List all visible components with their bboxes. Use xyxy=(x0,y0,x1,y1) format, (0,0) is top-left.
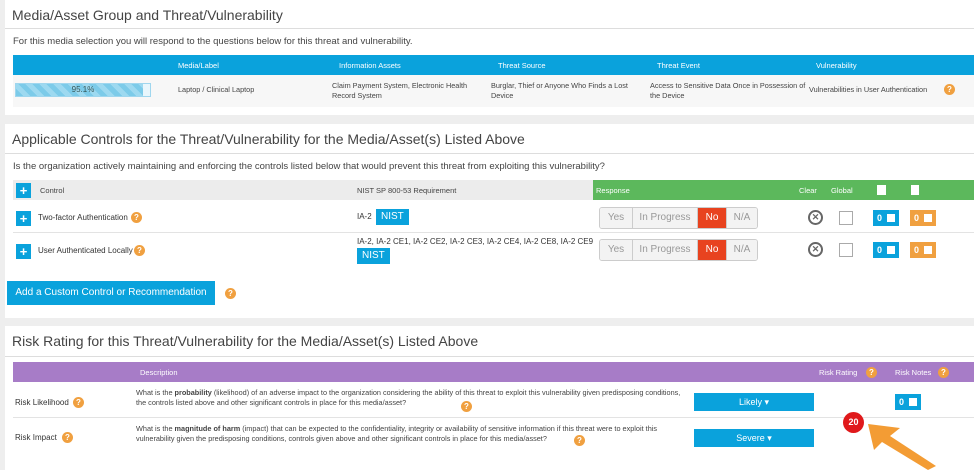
header-risk-notes: Risk Notes xyxy=(895,368,932,377)
impact-desc-help-icon[interactable]: ? xyxy=(574,435,585,446)
control-name: User Authenticated Locally xyxy=(38,246,133,255)
risk-notes-help-icon[interactable]: ? xyxy=(938,367,949,378)
response-yes[interactable]: Yes xyxy=(600,208,633,228)
header-control: Control xyxy=(40,186,65,195)
control-help-icon[interactable]: ? xyxy=(131,212,142,223)
risk-impact-row: Risk Impact ? What is the magnitude of h… xyxy=(13,419,974,455)
information-assets-value: Claim Payment System, Electronic Health … xyxy=(332,81,468,100)
likelihood-dropdown[interactable]: Likely ▾ xyxy=(694,393,814,411)
risk-rating-badge: 20 xyxy=(843,412,864,433)
controls-panel-title: Applicable Controls for the Threat/Vulne… xyxy=(12,131,525,147)
documents-button[interactable]: 0 xyxy=(910,242,936,258)
header-global: Global xyxy=(831,186,853,195)
header-description: Description xyxy=(140,368,178,377)
response-selector[interactable]: Yes In Progress No N/A xyxy=(599,239,758,261)
document-icon xyxy=(924,214,932,222)
response-na[interactable]: N/A xyxy=(727,240,757,260)
media-asset-panel: Media/Asset Group and Threat/Vulnerabili… xyxy=(5,0,974,115)
notes-button[interactable]: 0 xyxy=(873,242,899,258)
threat-source-value: Burglar, Thief or Anyone Who Finds a Los… xyxy=(491,81,628,100)
document-icon xyxy=(924,246,932,254)
control-row: + Two-factor Authentication ? IA-2 NIST … xyxy=(13,203,974,233)
response-in-progress[interactable]: In Progress xyxy=(633,208,698,228)
risk-likelihood-row: Risk Likelihood ? What is the probabilit… xyxy=(13,384,974,418)
risk-rating-help-icon[interactable]: ? xyxy=(866,367,877,378)
global-checkbox[interactable] xyxy=(839,243,853,257)
add-custom-control-button[interactable]: Add a Custom Control or Recommendation xyxy=(7,281,215,305)
header-vulnerability: Vulnerability xyxy=(816,61,857,70)
progress-label: 95.1% xyxy=(71,85,95,94)
likelihood-desc-help-icon[interactable]: ? xyxy=(461,401,472,412)
response-no[interactable]: No xyxy=(698,240,727,260)
header-threat-event: Threat Event xyxy=(657,61,700,70)
header-response: Response xyxy=(596,186,630,195)
impact-description: What is the magnitude of harm (impact) t… xyxy=(136,424,658,443)
expand-control-button[interactable]: + xyxy=(16,244,31,259)
vulnerability-help-icon[interactable]: ? xyxy=(944,84,955,95)
controls-panel: Applicable Controls for the Threat/Vulne… xyxy=(5,124,974,318)
risk-table-header: Description Risk Rating ? Risk Notes ? xyxy=(13,362,974,382)
impact-dropdown[interactable]: Severe ▾ xyxy=(694,429,814,447)
global-checkbox[interactable] xyxy=(839,211,853,225)
add-control-help-icon[interactable]: ? xyxy=(225,288,236,299)
media-label-value: Laptop / Clinical Laptop xyxy=(178,85,255,94)
nist-requirements: IA-2, IA-2 CE1, IA-2 CE2, IA-2 CE3, IA-2… xyxy=(357,237,594,246)
add-all-button[interactable]: + xyxy=(16,183,31,198)
header-media-label: Media/Label xyxy=(178,61,219,70)
response-selector[interactable]: Yes In Progress No N/A xyxy=(599,207,758,229)
header-risk-rating: Risk Rating xyxy=(819,368,858,377)
header-response-green: Response Clear Global xyxy=(593,180,974,200)
media-panel-title: Media/Asset Group and Threat/Vulnerabili… xyxy=(12,7,283,23)
expand-control-button[interactable]: + xyxy=(16,211,31,226)
header-threat-source: Threat Source xyxy=(498,61,546,70)
notes-header-icon xyxy=(877,185,886,195)
progress-bar: 95.1% xyxy=(15,83,151,97)
response-yes[interactable]: Yes xyxy=(600,240,633,260)
nist-button[interactable]: NIST xyxy=(376,209,409,225)
risk-notes-button[interactable]: 0 xyxy=(895,394,921,410)
header-information-assets: Information Assets xyxy=(339,61,401,70)
note-icon xyxy=(887,214,895,222)
nist-requirements: IA-2 xyxy=(357,212,372,221)
clear-icon[interactable]: ✕ xyxy=(808,210,823,225)
likelihood-help-icon[interactable]: ? xyxy=(73,397,84,408)
risk-impact-label: Risk Impact xyxy=(15,433,57,442)
media-table-header: Media/Label Information Assets Threat So… xyxy=(13,55,974,75)
clear-icon[interactable]: ✕ xyxy=(808,242,823,257)
vulnerability-value: Vulnerabilities in User Authentication xyxy=(809,85,928,94)
header-clear: Clear xyxy=(799,186,817,195)
note-icon xyxy=(887,246,895,254)
media-panel-subtitle: For this media selection you will respon… xyxy=(13,36,413,47)
likelihood-description: What is the probability (likelihood) of … xyxy=(136,388,681,407)
control-row: + User Authenticated Locally ? IA-2, IA-… xyxy=(13,234,974,272)
controls-question: Is the organization actively maintaining… xyxy=(13,161,605,172)
nist-button[interactable]: NIST xyxy=(357,248,390,264)
arrow-icon xyxy=(868,424,936,470)
response-na[interactable]: N/A xyxy=(727,208,757,228)
notes-button[interactable]: 0 xyxy=(873,210,899,226)
control-name: Two-factor Authentication xyxy=(38,213,128,222)
impact-help-icon[interactable]: ? xyxy=(62,432,73,443)
threat-event-value: Access to Sensitive Data Once in Possess… xyxy=(650,81,806,100)
header-nist: NIST SP 800-53 Requirement xyxy=(357,186,457,195)
note-icon xyxy=(909,398,917,406)
documents-button[interactable]: 0 xyxy=(910,210,936,226)
media-table-row: 95.1% Laptop / Clinical Laptop Claim Pay… xyxy=(13,75,974,107)
response-no[interactable]: No xyxy=(698,208,727,228)
response-in-progress[interactable]: In Progress xyxy=(633,240,698,260)
risk-likelihood-label: Risk Likelihood xyxy=(15,398,69,407)
control-help-icon[interactable]: ? xyxy=(134,245,145,256)
document-header-icon xyxy=(911,185,919,195)
risk-panel: Risk Rating for this Threat/Vulnerabilit… xyxy=(5,326,974,470)
controls-table-header: + Control NIST SP 800-53 Requirement Res… xyxy=(13,180,974,200)
risk-panel-title: Risk Rating for this Threat/Vulnerabilit… xyxy=(12,333,479,349)
